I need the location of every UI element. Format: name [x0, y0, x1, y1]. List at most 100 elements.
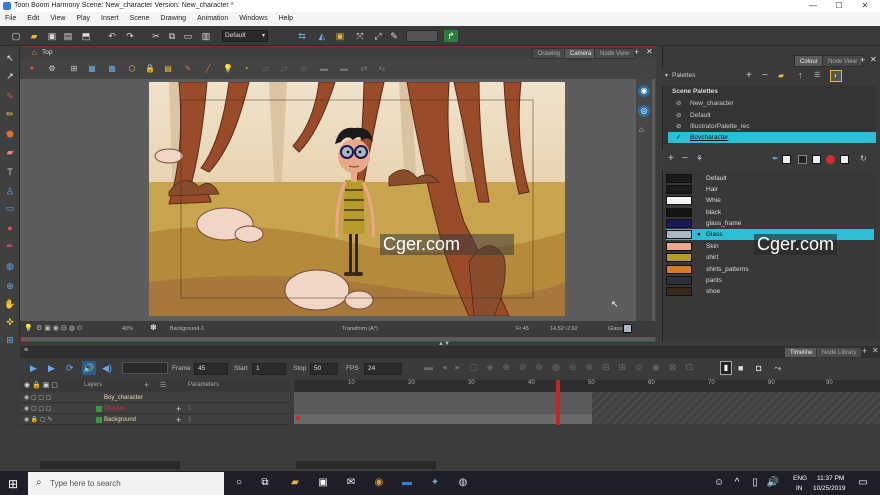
play-selection-icon[interactable]: ▶ [48, 363, 55, 374]
delete-icon[interactable]: ▥ [200, 30, 212, 42]
layer-toggles-icon[interactable]: ◉ 🔒 ▢ ✎ [24, 415, 52, 425]
add-timeline-view-icon[interactable]: + [862, 346, 867, 356]
swatch-shoe[interactable]: shoe [666, 286, 874, 297]
close-button[interactable]: ✕ [852, 0, 878, 12]
text-icon[interactable]: T [4, 166, 16, 178]
notifications-icon[interactable]: ▭ [856, 476, 870, 490]
menu-insert[interactable]: Insert [96, 12, 125, 26]
tab-node-library[interactable]: Node Library [816, 347, 863, 358]
ink-icon[interactable]: ◍ [4, 260, 16, 272]
pencil-icon[interactable]: ✏ [4, 108, 16, 120]
reset-view-icon[interactable]: ⤧ [354, 30, 366, 42]
deform-icon-4[interactable]: ▬ [318, 63, 330, 75]
clock-time[interactable]: 11:37 PM [817, 475, 844, 482]
network-icon[interactable]: ▯ [748, 476, 762, 490]
show-strokes-icon[interactable]: ⬡ [126, 63, 138, 75]
rigging-icon[interactable]: ⊞ [4, 334, 16, 346]
remove-palette-icon[interactable]: − [762, 70, 768, 81]
add-palette-icon[interactable]: + [746, 70, 752, 81]
turn-icon[interactable]: ◭ [316, 30, 328, 42]
save-all-icon[interactable]: ▤ [62, 30, 74, 42]
deform-icon-5[interactable]: ▬ [338, 63, 350, 75]
layer-menu-icon[interactable]: ☰ [160, 381, 166, 389]
paste-icon[interactable]: ▭ [182, 30, 194, 42]
tray-chevron-icon[interactable]: ^ [730, 476, 744, 490]
swatch-view-icon-4[interactable] [826, 155, 835, 164]
menu-edit[interactable]: Edit [22, 12, 45, 26]
eraser-icon[interactable]: ▰ [4, 146, 16, 158]
frame-ruler[interactable]: 10 20 30 40 50 60 70 80 90 [294, 380, 880, 392]
swatch-view-icon-1[interactable] [782, 155, 791, 164]
menu-play[interactable]: Play [71, 12, 96, 26]
swatch-shirts-patterns[interactable]: shirts_patterns [666, 264, 874, 275]
close-panel-icon[interactable]: ✕ [870, 55, 877, 64]
palette-item-boycharacter[interactable]: ✓ Boycharacter [668, 132, 876, 143]
region-indicator[interactable]: IN [796, 485, 803, 492]
add-colour-icon[interactable]: + [668, 153, 674, 164]
settings-icon[interactable]: ⚙ [46, 63, 58, 75]
tab-node-view[interactable]: Node View [594, 48, 635, 59]
layer-eye-icon[interactable]: ◉ 🔒 ▣ ▢ [24, 381, 58, 389]
mail-icon[interactable]: ✉ [344, 476, 358, 490]
timeline-tracks[interactable] [294, 392, 880, 424]
fps-field[interactable]: 24 [364, 363, 402, 375]
maximize-button[interactable]: ☐ [826, 0, 852, 12]
undo-icon[interactable]: ↶ [106, 30, 118, 42]
volume-icon[interactable]: 🔊 [766, 476, 780, 490]
swatch-pants[interactable]: pants [666, 275, 874, 286]
layer-row-glasses[interactable]: ◉ ▢ ▢ ▢ Glasses + 1 [20, 404, 290, 414]
add-panel-icon[interactable]: + [860, 55, 865, 65]
eye-icon[interactable]: ◉ [638, 85, 650, 97]
camera-icon[interactable]: ⌂ [639, 125, 644, 134]
breadcrumb[interactable]: Top [42, 49, 52, 56]
cutter-icon[interactable]: ◬ [4, 184, 16, 196]
sign-icon[interactable]: ✎ [388, 30, 400, 42]
line-icon[interactable]: ╱ [202, 63, 214, 75]
layer-toggles-icon[interactable]: ◉ ▢ ▢ ▢ [24, 404, 51, 414]
timeline-tool-icons[interactable]: ▬◂▸▢◈⊕⊘⊜◍⊝⊛⊟⊞◎◉⊠⊡ [424, 362, 764, 376]
lock-icon[interactable]: 🔒 [144, 63, 156, 75]
deform-icon-1[interactable]: ▱ [260, 63, 272, 75]
windows-start-icon[interactable]: ⊞ [8, 477, 18, 491]
palette-item-new-character[interactable]: ⊘ New_character [668, 98, 876, 109]
expand-layer-icon[interactable]: + [176, 404, 181, 414]
close-timeline-icon[interactable]: ✕ [872, 346, 879, 355]
layers-hscroll[interactable] [40, 461, 180, 469]
palette-item-illustrator[interactable]: ⊘ IllustratorPalette_rec [668, 121, 876, 132]
menu-animation[interactable]: Animation [192, 12, 234, 26]
tab-camera[interactable]: Camera [564, 48, 598, 59]
people-icon[interactable]: ☺ [712, 476, 726, 490]
menu-view[interactable]: View [45, 12, 71, 26]
swatch-black[interactable]: black [666, 207, 874, 218]
grid-icon[interactable]: ⊞ [68, 63, 80, 75]
layer-row-boy[interactable]: ◉ ▢ ▢ ▢ Boy_character [20, 393, 290, 403]
task-view-icon[interactable]: ⧉ [258, 476, 272, 490]
start-field[interactable]: 1 [252, 363, 286, 375]
close-view-icon[interactable]: ✕ [646, 47, 653, 56]
keyframe-icon[interactable]: ■ [738, 363, 743, 373]
swatch-hair[interactable]: Hair [666, 184, 874, 195]
deform-icon-2[interactable]: ▱ [278, 63, 290, 75]
chrome-icon[interactable]: ◉ [372, 476, 386, 490]
tab-node-view-right[interactable]: Node View [822, 55, 863, 67]
add-view-icon[interactable]: + [634, 47, 639, 57]
swatch-glass-frame[interactable]: glass_frame [666, 218, 874, 229]
harmony-app-icon[interactable]: ✦ [428, 476, 442, 490]
swatch-menu-icon[interactable]: ↻ [860, 154, 867, 163]
tab-drawing[interactable]: Drawing [532, 48, 567, 59]
playback-speed-slider[interactable] [122, 362, 168, 374]
playhead[interactable] [556, 380, 560, 425]
save-icon[interactable]: ▣ [46, 30, 58, 42]
select-icon[interactable]: ↖ [4, 52, 16, 64]
hand-icon[interactable]: ✋ [4, 298, 16, 310]
ease-icon[interactable]: ⤳ [774, 363, 781, 374]
store-icon[interactable]: ▣ [316, 476, 330, 490]
timeline-collapse-icon[interactable]: ≡ [24, 347, 28, 354]
bulb-icon[interactable]: 💡 [222, 63, 234, 75]
onion-skin-icon[interactable]: ✦ [26, 63, 38, 75]
menu-drawing[interactable]: Drawing [155, 12, 192, 26]
open-icon[interactable]: ▰ [28, 30, 40, 42]
tab-timeline[interactable]: Timeline [784, 347, 819, 358]
layer-toggles-icon[interactable]: ◉ ▢ ▢ ▢ [24, 393, 51, 403]
eye-outline-icon[interactable]: ◎ [638, 105, 650, 117]
